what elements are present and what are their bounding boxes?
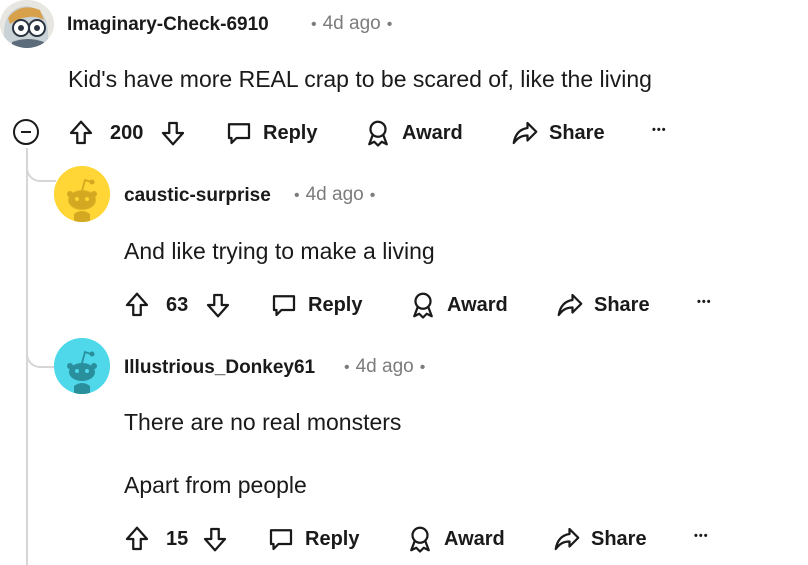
vote-count: 15 <box>166 528 189 550</box>
upvote-button[interactable] <box>66 118 96 148</box>
downvote-icon <box>206 293 230 318</box>
award-icon <box>410 526 430 553</box>
upvote-button[interactable] <box>122 524 152 554</box>
avatar[interactable] <box>54 338 110 394</box>
share-label: Share <box>549 121 605 144</box>
share-icon <box>512 121 538 145</box>
downvote-button[interactable] <box>203 290 233 320</box>
share-button[interactable]: Share <box>555 290 650 320</box>
reply-button[interactable]: Reply <box>266 524 359 554</box>
award-icon <box>368 120 388 147</box>
thread-elbow <box>26 150 56 182</box>
upvote-icon <box>125 526 149 551</box>
downvote-button[interactable] <box>200 524 230 554</box>
comment-meta: • 4d ago • <box>311 13 393 34</box>
reply-icon <box>269 529 293 551</box>
share-label: Share <box>591 527 647 550</box>
more-icon: ••• <box>697 296 712 308</box>
comment-text: There are no real monsters <box>124 409 402 435</box>
username[interactable]: Imaginary-Check-6910 <box>67 14 269 36</box>
timestamp[interactable]: 4d ago <box>356 356 414 377</box>
more-options-button[interactable]: ••• <box>652 124 667 136</box>
vote-count: 200 <box>110 122 144 144</box>
more-icon: ••• <box>694 530 709 542</box>
thread-elbow <box>26 330 56 368</box>
more-options-button[interactable]: ••• <box>697 296 712 308</box>
award-label: Award <box>444 527 505 550</box>
avatar[interactable] <box>54 166 110 222</box>
upvote-icon <box>69 120 93 145</box>
award-button[interactable]: Award <box>363 118 463 148</box>
avatar[interactable] <box>0 0 54 48</box>
downvote-button[interactable] <box>158 118 188 148</box>
reply-icon <box>272 295 296 317</box>
share-button[interactable]: Share <box>552 524 647 554</box>
reply-label: Reply <box>263 121 318 144</box>
award-button[interactable]: Award <box>408 290 508 320</box>
comment-meta: • 4d ago • <box>344 356 426 377</box>
timestamp[interactable]: 4d ago <box>306 184 364 205</box>
reply-label: Reply <box>305 527 360 550</box>
username[interactable]: Illustrious_Donkey61 <box>124 357 315 379</box>
downvote-icon <box>203 527 227 552</box>
reply-label: Reply <box>308 293 363 316</box>
more-icon: ••• <box>652 124 667 136</box>
award-icon <box>413 292 433 319</box>
snoo-icon <box>54 166 110 222</box>
downvote-icon <box>161 121 185 146</box>
comment-text: Kid's have more REAL crap to be scared o… <box>68 66 652 92</box>
comment-meta: • 4d ago • <box>294 184 376 205</box>
share-icon <box>554 527 580 551</box>
upvote-icon <box>125 292 149 317</box>
timestamp[interactable]: 4d ago <box>323 13 381 34</box>
snoo-icon <box>54 338 110 394</box>
reply-icon <box>227 123 251 145</box>
reply-button[interactable]: Reply <box>269 290 362 320</box>
award-label: Award <box>402 121 463 144</box>
comment-text: And like trying to make a living <box>124 238 435 264</box>
vote-count: 63 <box>166 294 189 316</box>
share-label: Share <box>594 293 650 316</box>
upvote-button[interactable] <box>122 290 152 320</box>
reply-button[interactable]: Reply <box>224 118 317 148</box>
username[interactable]: caustic-surprise <box>124 185 271 207</box>
award-label: Award <box>447 293 508 316</box>
share-icon <box>557 293 583 317</box>
comment-text: Apart from people <box>124 472 307 498</box>
more-options-button[interactable]: ••• <box>694 530 709 542</box>
award-button[interactable]: Award <box>405 524 505 554</box>
share-button[interactable]: Share <box>510 118 605 148</box>
collapse-button[interactable] <box>13 119 39 145</box>
